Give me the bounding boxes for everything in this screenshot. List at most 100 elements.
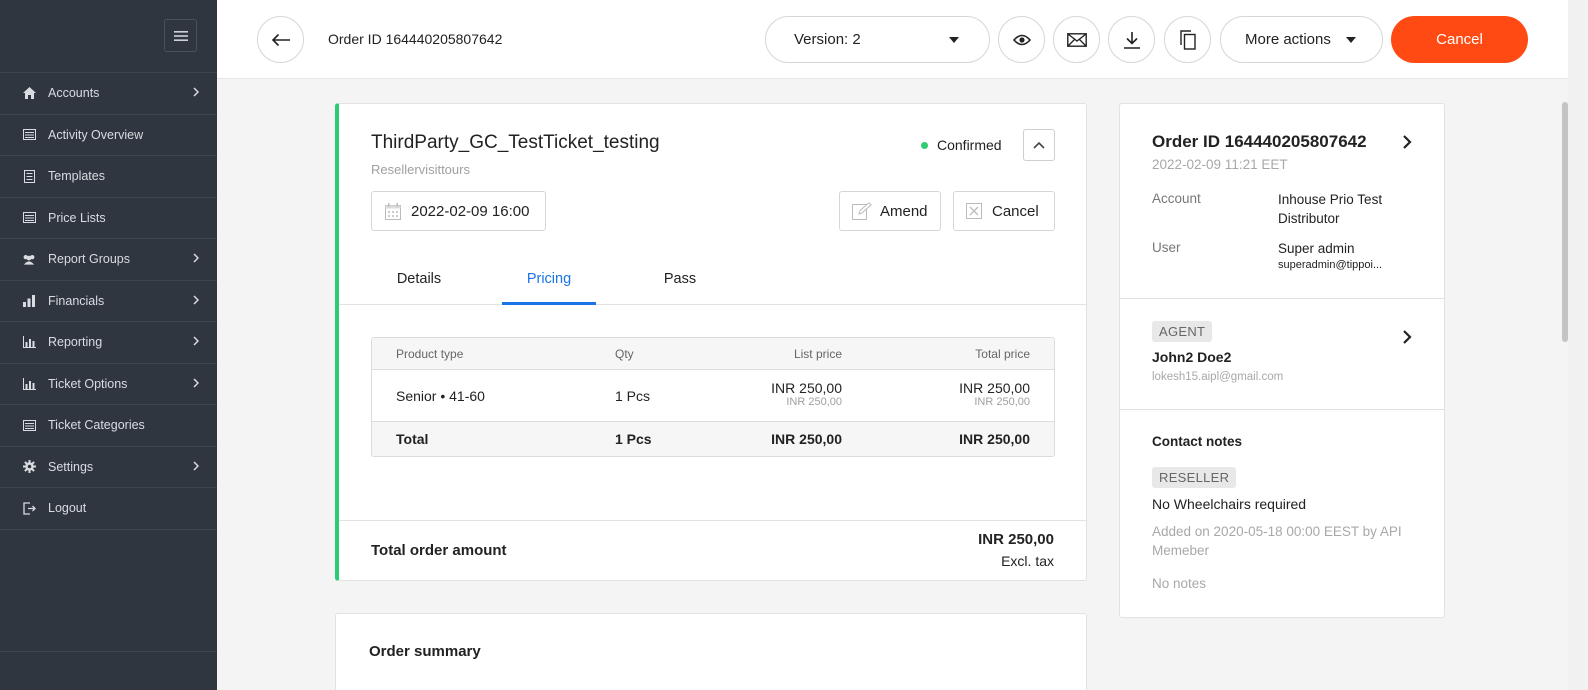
account-value: Inhouse Prio Test Distributor — [1278, 192, 1383, 226]
caret-down-icon — [949, 37, 959, 43]
chevron-right-icon[interactable] — [1402, 134, 1412, 150]
table-total-row: Total 1 Pcs INR 250,00 INR 250,00 — [372, 422, 1054, 456]
account-label: Account — [1152, 191, 1201, 206]
sidebar-item-label: Reporting — [48, 335, 103, 350]
list-icon — [22, 418, 36, 432]
column-header-total-price: Total price — [975, 347, 1030, 361]
tab-details[interactable]: Details — [377, 271, 461, 305]
reseller-name: Resellervisittours — [371, 162, 470, 177]
version-label: Version: 2 — [794, 31, 861, 48]
order-date: 2022-02-09 11:21 EET — [1152, 157, 1288, 172]
order-summary-title: Order summary — [369, 643, 481, 660]
contact-notes-title: Contact notes — [1152, 434, 1243, 449]
sidebar-item-price-lists[interactable]: Price Lists — [0, 198, 217, 239]
agent-name: John2 Doe2 — [1152, 349, 1232, 365]
chevron-right-icon — [193, 87, 199, 97]
more-actions-label: More actions — [1245, 31, 1331, 48]
total-list-price: INR 250,00 — [771, 431, 842, 447]
more-actions-button[interactable]: More actions — [1220, 16, 1383, 63]
total-price-sub: INR 250,00 — [974, 396, 1030, 408]
chevron-right-icon[interactable] — [1402, 329, 1412, 345]
sidebar-item-settings[interactable]: Settings — [0, 447, 217, 488]
home-icon — [22, 86, 36, 100]
datetime-field[interactable]: 2022-02-09 16:00 — [371, 191, 546, 231]
sidebar-item-templates[interactable]: Templates — [0, 156, 217, 198]
total-price-value: INR 250,00 — [959, 380, 1030, 396]
chevron-right-icon — [193, 294, 199, 305]
page-title: Order ID 164440205807642 — [328, 31, 503, 47]
collapse-button[interactable] — [1023, 129, 1055, 161]
column-header-qty: Qty — [615, 347, 634, 361]
caret-down-icon — [1346, 37, 1356, 43]
edit-icon — [852, 202, 872, 220]
total-price-cell: INR 250,00 INR 250,00 — [959, 380, 1030, 408]
status-label: Confirmed — [937, 137, 1002, 153]
status-dot-icon — [921, 141, 928, 149]
total-label: Total — [396, 431, 429, 447]
chevron-up-icon — [1033, 141, 1045, 149]
preview-button[interactable] — [998, 16, 1045, 63]
chevron-right-icon — [193, 253, 199, 263]
qty-cell: 1 Pcs — [615, 388, 651, 404]
user-value: Super admin — [1278, 241, 1355, 256]
order-id-title[interactable]: Order ID 164440205807642 — [1152, 132, 1367, 152]
copy-icon — [1179, 29, 1196, 50]
sidebar-item-accounts[interactable]: Accounts — [0, 73, 217, 115]
datetime-value: 2022-02-09 16:00 — [411, 202, 530, 220]
product-type-cell: Senior • 41-60 — [396, 388, 485, 404]
sidebar-item-label: Ticket Categories — [48, 418, 145, 433]
menu-toggle-button[interactable] — [164, 19, 197, 52]
table-header: Product type Qty List price Total price — [372, 338, 1054, 370]
tax-note: Excl. tax — [1001, 553, 1054, 569]
total-order-label: Total order amount — [371, 542, 507, 559]
chart-icon — [22, 377, 36, 391]
sidebar-item-report-groups[interactable]: Report Groups — [0, 239, 217, 281]
list-price-value: INR 250,00 — [771, 380, 842, 396]
contact-note-meta: Added on 2020-05-18 00:00 EEST by API Me… — [1152, 524, 1402, 558]
download-button[interactable] — [1108, 16, 1155, 63]
gear-icon — [22, 460, 36, 474]
sidebar-item-reporting[interactable]: Reporting — [0, 322, 217, 364]
tab-pass[interactable]: Pass — [639, 271, 721, 305]
amend-button[interactable]: Amend — [839, 191, 941, 231]
divider — [339, 520, 1087, 521]
scrollbar-thumb[interactable] — [1562, 102, 1568, 342]
ticket-title: ThirdParty_GC_TestTicket_testing — [371, 132, 660, 153]
hamburger-icon — [173, 30, 188, 41]
close-box-icon — [966, 203, 982, 219]
version-select[interactable]: Version: 2 — [765, 16, 990, 63]
list-price-cell: INR 250,00 INR 250,00 — [771, 380, 842, 408]
logout-icon — [22, 501, 36, 515]
copy-button[interactable] — [1164, 16, 1211, 63]
download-icon — [1123, 31, 1140, 49]
envelope-icon — [1066, 32, 1087, 47]
sidebar-item-financials[interactable]: Financials — [0, 281, 217, 322]
sidebar-item-label: Ticket Options — [48, 376, 128, 391]
cancel-ticket-button[interactable]: Cancel — [953, 191, 1055, 231]
email-button[interactable] — [1053, 16, 1100, 63]
sidebar-item-activity-overview[interactable]: Activity Overview — [0, 115, 217, 156]
cancel-label: Cancel — [992, 202, 1039, 220]
sidebar-item-ticket-options[interactable]: Ticket Options — [0, 364, 217, 405]
agent-email: lokesh15.aipl@gmail.com — [1152, 371, 1284, 383]
back-button[interactable] — [257, 16, 304, 63]
scrollbar-track[interactable] — [1568, 0, 1588, 690]
bar-chart-icon — [22, 294, 36, 308]
sidebar-item-label: Price Lists — [48, 210, 106, 225]
document-icon — [22, 169, 36, 183]
sidebar-item-label: Accounts — [48, 86, 100, 101]
order-info-card: Order ID 164440205807642 2022-02-09 11:2… — [1119, 103, 1445, 618]
sidebar-item-ticket-categories[interactable]: Ticket Categories — [0, 405, 217, 447]
sidebar-item-label: Financials — [48, 293, 105, 308]
tab-pricing[interactable]: Pricing — [502, 271, 596, 305]
agent-badge: AGENT — [1152, 321, 1213, 342]
ticket-card: ThirdParty_GC_TestTicket_testing Reselle… — [335, 103, 1087, 581]
reseller-badge: RESELLER — [1152, 467, 1237, 488]
cancel-order-button[interactable]: Cancel — [1391, 16, 1528, 63]
list-price-sub: INR 250,00 — [786, 396, 842, 408]
sidebar-item-logout[interactable]: Logout — [0, 488, 217, 530]
chevron-right-icon — [193, 460, 199, 471]
list-icon — [22, 211, 36, 225]
table-row: Senior • 41-60 1 Pcs INR 250,00 INR 250,… — [372, 370, 1054, 422]
sidebar-item-label: Activity Overview — [48, 127, 144, 142]
